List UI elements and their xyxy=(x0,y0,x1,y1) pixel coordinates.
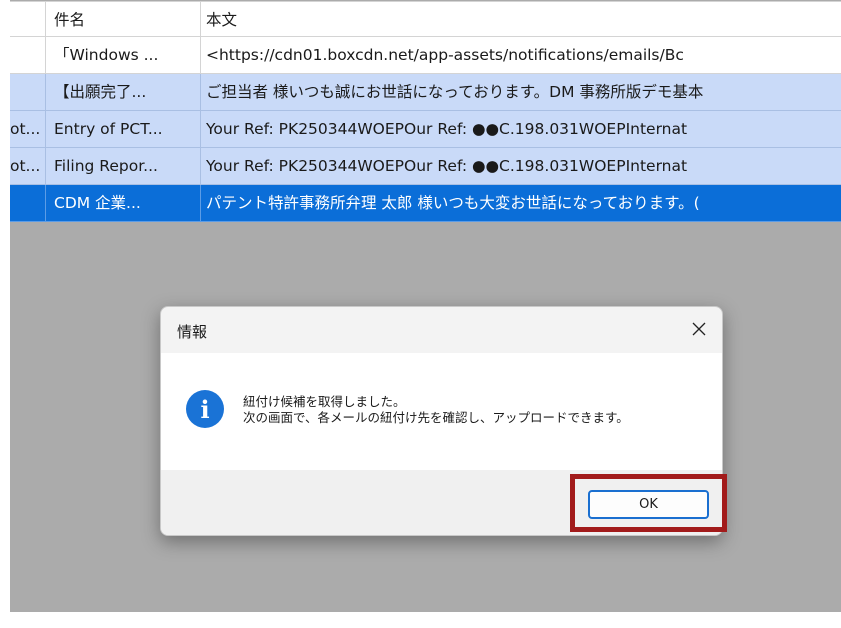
cell-from xyxy=(10,37,46,74)
cell-subject: Filing Repor... xyxy=(46,148,201,185)
table-row-selected[interactable]: CDM 企業... パテント特許事務所弁理 太郎 様いつも大変お世話になっており… xyxy=(10,185,841,222)
dialog-body: i 紐付け候補を取得しました。 次の画面で、各メールの紐付け先を確認し、アップロ… xyxy=(161,353,722,470)
cell-subject: 「Windows ... xyxy=(46,37,201,74)
table-row[interactable]: ot... Filing Repor... Your Ref: PK250344… xyxy=(10,148,841,185)
column-header-body[interactable]: 本文 xyxy=(201,2,841,37)
cell-from xyxy=(10,74,46,111)
cell-body: Your Ref: PK250344WOEPOur Ref: ●●C.198.0… xyxy=(201,148,841,185)
cell-from: ot... xyxy=(10,148,46,185)
dialog-message: 紐付け候補を取得しました。 次の画面で、各メールの紐付け先を確認し、アップロード… xyxy=(243,394,629,426)
ok-button-highlight xyxy=(570,474,727,532)
cell-subject: CDM 企業... xyxy=(46,185,201,222)
cell-body: パテント特許事務所弁理 太郎 様いつも大変お世話になっております。( xyxy=(201,185,841,222)
message-line-2: 次の画面で、各メールの紐付け先を確認し、アップロードできます。 xyxy=(243,410,629,425)
table-row[interactable]: 【出願完了... ご担当者 様いつも誠にお世話になっております。DM 事務所版デ… xyxy=(10,74,841,111)
cell-subject: Entry of PCT... xyxy=(46,111,201,148)
column-header-from[interactable] xyxy=(10,2,46,37)
cell-from xyxy=(10,185,46,222)
dialog-title: 情報 xyxy=(177,323,208,341)
cell-body: ご担当者 様いつも誠にお世話になっております。DM 事務所版デモ基本 xyxy=(201,74,841,111)
table-row[interactable]: 「Windows ... <https://cdn01.boxcdn.net/a… xyxy=(10,37,841,74)
column-header-subject[interactable]: 件名 xyxy=(46,2,201,37)
info-icon: i xyxy=(186,390,224,428)
close-button[interactable] xyxy=(682,313,716,345)
cell-subject: 【出願完了... xyxy=(46,74,201,111)
cell-from: ot... xyxy=(10,111,46,148)
grid-header-row: 件名 本文 xyxy=(10,1,841,37)
cell-body: <https://cdn01.boxcdn.net/app-assets/not… xyxy=(201,37,841,74)
cell-body: Your Ref: PK250344WOEPOur Ref: ●●C.198.0… xyxy=(201,111,841,148)
close-icon xyxy=(692,322,706,336)
table-row[interactable]: ot... Entry of PCT... Your Ref: PK250344… xyxy=(10,111,841,148)
message-line-1: 紐付け候補を取得しました。 xyxy=(243,394,406,409)
